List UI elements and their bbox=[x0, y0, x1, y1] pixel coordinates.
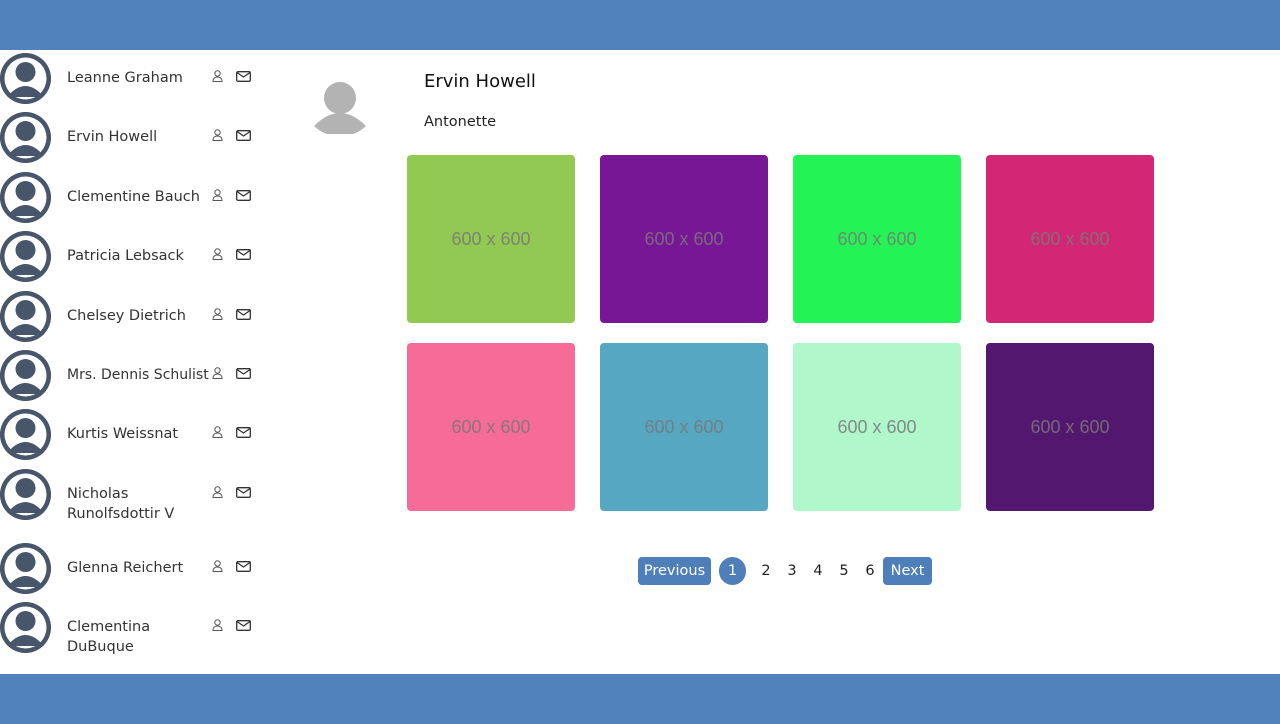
photo-label: 600 x 600 bbox=[837, 229, 917, 249]
photo-label: 600 x 600 bbox=[1030, 417, 1110, 437]
photo-label: 600 x 600 bbox=[451, 417, 531, 437]
user-avatar bbox=[0, 409, 51, 460]
user-name: Kurtis Weissnat bbox=[67, 426, 179, 442]
user-outline-icon[interactable] bbox=[212, 308, 223, 320]
photo-thumbnail[interactable]: 600 x 600 bbox=[600, 343, 768, 511]
user-name: Patricia Lebsack bbox=[67, 248, 184, 264]
previous-button[interactable]: Previous bbox=[638, 557, 711, 585]
page-button[interactable]: 4 bbox=[809, 557, 827, 585]
user-avatar bbox=[0, 291, 51, 342]
profile-avatar bbox=[313, 80, 367, 135]
page-button[interactable]: 2 bbox=[757, 557, 775, 585]
next-button[interactable]: Next bbox=[883, 557, 932, 585]
mail-icon[interactable] bbox=[236, 487, 251, 498]
mail-icon[interactable] bbox=[236, 71, 251, 82]
photo-thumbnail[interactable]: 600 x 600 bbox=[600, 155, 768, 323]
profile-username: Antonette bbox=[424, 114, 497, 130]
profile-name: Ervin Howell bbox=[424, 71, 536, 92]
user-list-item[interactable]: Nicholas Runolfsdottir V bbox=[0, 469, 270, 529]
user-avatar bbox=[0, 112, 51, 163]
mail-icon[interactable] bbox=[236, 427, 251, 438]
user-list-item[interactable]: Clementine Bauch bbox=[0, 172, 270, 223]
user-list-item[interactable]: Chelsey Dietrich bbox=[0, 291, 270, 342]
user-name: Leanne Graham bbox=[67, 70, 183, 86]
photo-thumbnail[interactable]: 600 x 600 bbox=[793, 155, 961, 323]
photo-thumbnail[interactable]: 600 x 600 bbox=[407, 343, 575, 511]
photo-thumbnail[interactable]: 600 x 600 bbox=[407, 155, 575, 323]
user-name: Mrs. Dennis Schulist bbox=[67, 367, 209, 383]
user-avatar bbox=[0, 53, 51, 104]
bottom-bar bbox=[0, 674, 1280, 724]
user-outline-icon[interactable] bbox=[212, 70, 223, 82]
user-name: Chelsey Dietrich bbox=[67, 308, 186, 324]
mail-icon[interactable] bbox=[236, 130, 251, 141]
photo-label: 600 x 600 bbox=[644, 229, 724, 249]
photo-thumbnail[interactable]: 600 x 600 bbox=[986, 155, 1154, 323]
user-list-item[interactable]: Clementina DuBuque bbox=[0, 602, 270, 662]
pagination: Previous 1 2 3 4 5 6 Next bbox=[0, 557, 1280, 585]
user-outline-icon[interactable] bbox=[212, 129, 223, 141]
user-list-item[interactable]: Patricia Lebsack bbox=[0, 231, 270, 282]
user-avatar bbox=[0, 350, 51, 401]
photo-thumbnail[interactable]: 600 x 600 bbox=[793, 343, 961, 511]
user-name: Nicholas Runolfsdottir V bbox=[67, 486, 175, 522]
mail-icon[interactable] bbox=[236, 620, 251, 631]
user-avatar bbox=[0, 469, 51, 520]
user-list-item[interactable]: Mrs. Dennis Schulist bbox=[0, 350, 270, 401]
mail-icon[interactable] bbox=[236, 190, 251, 201]
user-outline-icon[interactable] bbox=[212, 367, 223, 379]
page-button-active[interactable]: 1 bbox=[719, 557, 746, 585]
user-name: Clementina DuBuque bbox=[67, 619, 151, 655]
photo-label: 600 x 600 bbox=[1030, 229, 1110, 249]
page-button[interactable]: 3 bbox=[783, 557, 801, 585]
mail-icon[interactable] bbox=[236, 368, 251, 379]
user-avatar bbox=[0, 602, 51, 653]
user-list-item[interactable]: Ervin Howell bbox=[0, 112, 270, 163]
user-outline-icon[interactable] bbox=[212, 619, 223, 631]
user-name: Ervin Howell bbox=[67, 129, 158, 145]
user-outline-icon[interactable] bbox=[212, 426, 223, 438]
user-name: Clementine Bauch bbox=[67, 189, 200, 205]
page-button[interactable]: 5 bbox=[835, 557, 853, 585]
photo-thumbnail[interactable]: 600 x 600 bbox=[986, 343, 1154, 511]
user-list-item[interactable]: Kurtis Weissnat bbox=[0, 409, 270, 460]
user-outline-icon[interactable] bbox=[212, 248, 223, 260]
user-outline-icon[interactable] bbox=[212, 189, 223, 201]
top-bar bbox=[0, 0, 1280, 50]
mail-icon[interactable] bbox=[236, 249, 251, 260]
photo-label: 600 x 600 bbox=[837, 417, 917, 437]
photo-label: 600 x 600 bbox=[644, 417, 724, 437]
user-outline-icon[interactable] bbox=[212, 486, 223, 498]
user-avatar bbox=[0, 231, 51, 282]
photo-label: 600 x 600 bbox=[451, 229, 531, 249]
mail-icon[interactable] bbox=[236, 309, 251, 320]
user-list-item[interactable]: Leanne Graham bbox=[0, 53, 270, 104]
user-avatar bbox=[0, 172, 51, 223]
page-button[interactable]: 6 bbox=[861, 557, 879, 585]
